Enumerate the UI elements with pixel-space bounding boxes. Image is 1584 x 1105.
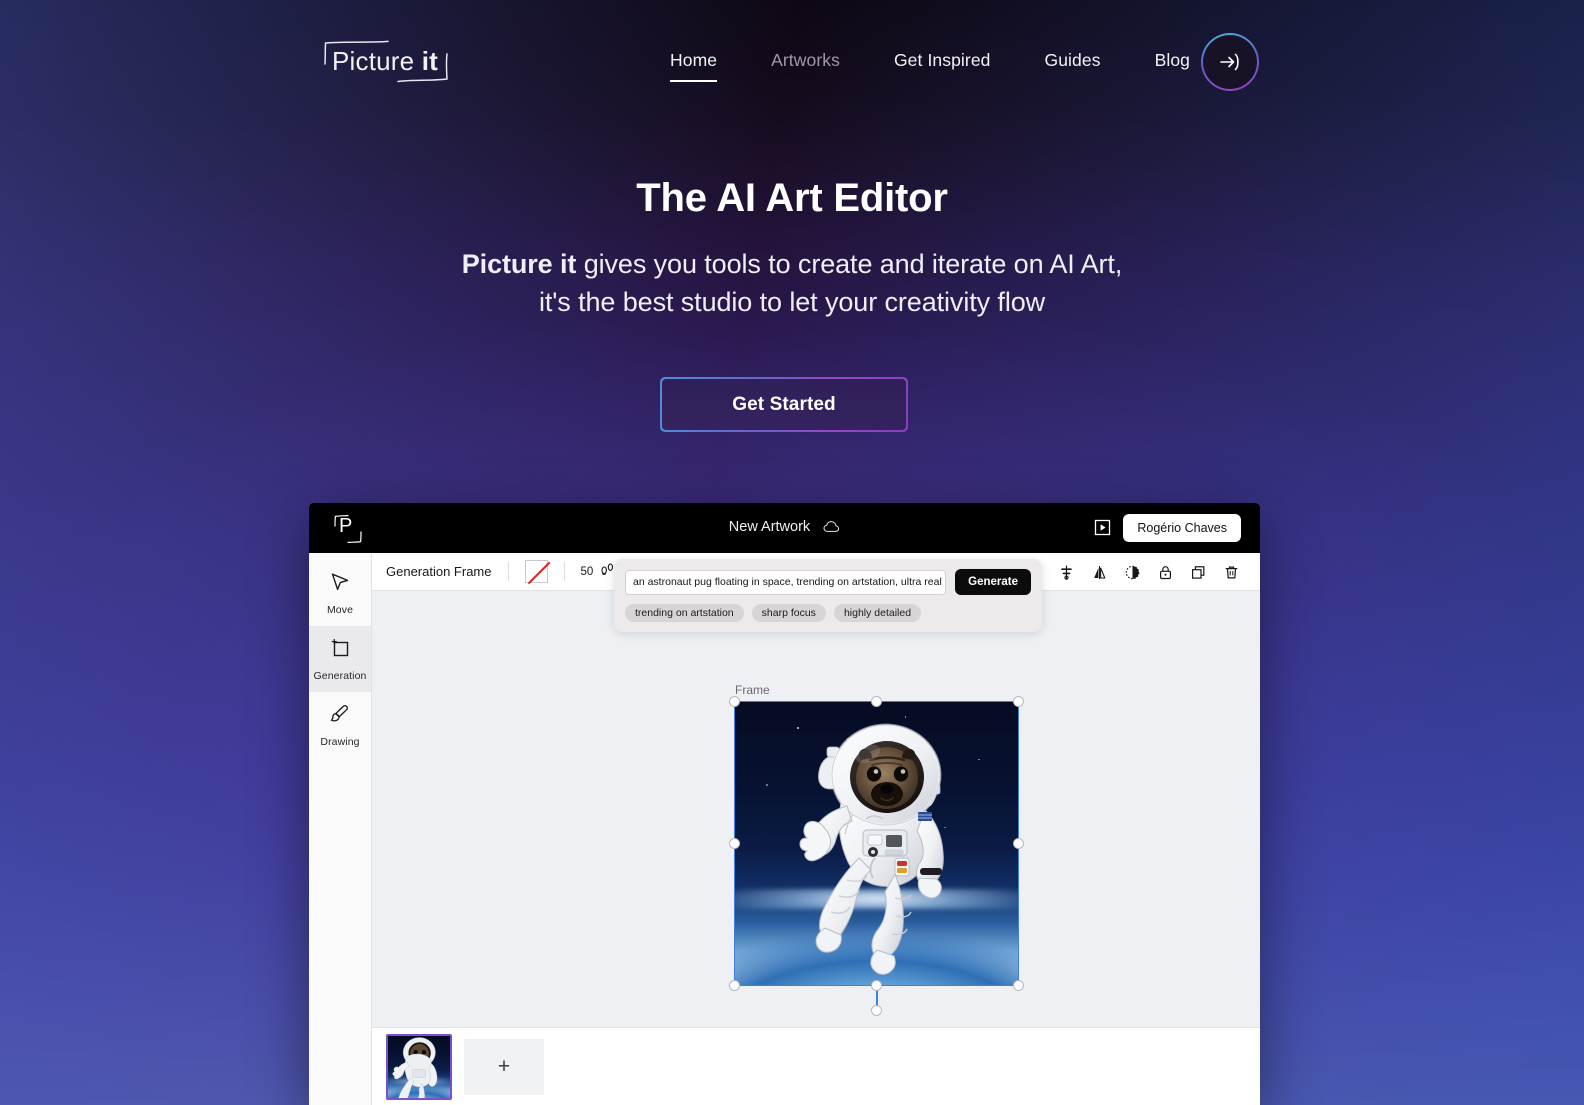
resize-handle-bottom-center[interactable] [871, 980, 882, 991]
sidebar-item-generation[interactable]: Generation [309, 626, 371, 692]
add-frame-icon [329, 637, 351, 664]
resize-handle-bottom-right[interactable] [1013, 980, 1024, 991]
nav-item-guides-label: Guides [1044, 50, 1101, 70]
nav-item-get-inspired-label: Get Inspired [893, 50, 991, 70]
hero-subtitle: Picture it gives you tools to create and… [0, 246, 1584, 322]
nav-item-home-label: Home [670, 50, 718, 70]
align-vertical-icon[interactable] [1050, 553, 1083, 591]
artwork-thumbnail[interactable] [386, 1033, 452, 1100]
contrast-icon[interactable] [1116, 553, 1149, 591]
top-navigation-bar: Picture it Home Artworks Get Inspired Gu… [0, 0, 1584, 126]
chip-highly-detailed[interactable]: highly detailed [833, 604, 922, 622]
app-top-bar: P New Artwork Rogério Chaves [309, 503, 1260, 553]
nav-links: Home Artworks Get Inspired Guides Blog [670, 50, 1217, 82]
sidebar-item-drawing-label: Drawing [320, 735, 360, 748]
resize-handle-top-center[interactable] [871, 696, 882, 707]
app-body: Move Generation Drawing Generation Frame… [309, 553, 1260, 1105]
logo-text: Picture it [332, 46, 438, 77]
astronaut-pug-figure [799, 723, 944, 975]
get-started-label: Get Started [661, 378, 907, 431]
resize-handle-top-left[interactable] [729, 696, 740, 707]
nav-item-artworks-label: Artworks [771, 50, 840, 70]
site-logo[interactable]: Picture it [322, 38, 452, 88]
chip-trending-on-artstation[interactable]: trending on artstation [625, 604, 744, 622]
export-play-icon[interactable] [1093, 518, 1112, 537]
resize-handle-middle-left[interactable] [729, 838, 740, 849]
prompt-row: an astronaut pug floating in space, tren… [625, 569, 1031, 595]
thumbnail-astronaut-pug [392, 1036, 438, 1098]
hero-subtitle-line1: Picture it gives you tools to create and… [0, 246, 1584, 284]
steps-value[interactable]: 50 [581, 566, 594, 578]
login-arrow-icon [1220, 53, 1239, 71]
add-artwork-button[interactable]: + [464, 1038, 544, 1095]
flip-horizontal-icon[interactable] [1083, 553, 1116, 591]
nav-item-home[interactable]: Home [670, 50, 744, 82]
brush-icon [329, 703, 351, 730]
nav-item-get-inspired[interactable]: Get Inspired [867, 50, 1018, 71]
page-title: The AI Art Editor [636, 176, 948, 220]
tool-sidebar: Move Generation Drawing [309, 553, 372, 1105]
resize-handle-middle-right[interactable] [1013, 838, 1024, 849]
prompt-popover: an astronaut pug floating in space, tren… [614, 559, 1042, 632]
resize-handle-top-right[interactable] [1013, 696, 1024, 707]
sidebar-item-move[interactable]: Move [309, 560, 371, 626]
cloud-save-icon[interactable] [823, 520, 840, 537]
nav-item-artworks[interactable]: Artworks [744, 50, 867, 71]
selected-artboard[interactable] [734, 701, 1019, 986]
prompt-input[interactable]: an astronaut pug floating in space, tren… [625, 569, 947, 595]
lock-icon[interactable] [1149, 553, 1182, 591]
editor-canvas[interactable]: Frame [372, 591, 1260, 1027]
trash-icon[interactable] [1215, 553, 1248, 591]
duplicate-icon[interactable] [1182, 553, 1215, 591]
logo-text-bold: it [421, 46, 439, 76]
logo-text-normal: Picture [332, 46, 422, 76]
login-button[interactable] [1201, 33, 1259, 91]
prompt-suggestion-chips: trending on artstation sharp focus highl… [625, 604, 1031, 622]
get-started-button[interactable]: Get Started [660, 377, 908, 432]
hero-section: The AI Art Editor Picture it gives you t… [0, 176, 1584, 322]
sidebar-item-generation-label: Generation [313, 669, 367, 682]
generation-frame-label: Generation Frame [386, 564, 492, 579]
nav-item-guides[interactable]: Guides [1018, 50, 1128, 71]
canvas-column: Generation Frame 50 an astronaut pug flo… [372, 553, 1260, 1105]
user-account-button[interactable]: Rogério Chaves [1123, 514, 1241, 542]
toolbar-divider-2 [563, 562, 565, 581]
hero-subtitle-rest: gives you tools to create and iterate on… [576, 249, 1123, 279]
chip-sharp-focus[interactable]: sharp focus [751, 604, 826, 622]
app-mockup-window: P New Artwork Rogério Chaves Move Genera… [309, 503, 1260, 1105]
artwork-title[interactable]: New Artwork [309, 519, 1260, 537]
frame-name-label[interactable]: Frame [735, 683, 770, 697]
toolbar-divider-1 [507, 562, 509, 581]
right-toolbar-icons [1050, 553, 1248, 591]
artwork-image [735, 702, 1018, 985]
generate-button[interactable]: Generate [955, 569, 1031, 595]
resize-handle-bottom-left[interactable] [729, 980, 740, 991]
nav-item-blog-label: Blog [1154, 50, 1190, 70]
hero-subtitle-line2: it's the best studio to let your creativ… [538, 286, 1046, 317]
user-name-label: Rogério Chaves [1137, 521, 1227, 535]
artwork-filmstrip: + [372, 1027, 1260, 1105]
cursor-arrow-icon [329, 571, 351, 598]
artwork-title-text: New Artwork [728, 519, 811, 535]
rotation-handle[interactable] [871, 1005, 882, 1016]
hero-subtitle-brand: Picture it [461, 249, 577, 279]
login-button-inner [1203, 35, 1257, 89]
sidebar-item-drawing[interactable]: Drawing [309, 692, 371, 758]
no-fill-swatch[interactable] [524, 560, 548, 583]
sidebar-item-move-label: Move [326, 603, 354, 616]
